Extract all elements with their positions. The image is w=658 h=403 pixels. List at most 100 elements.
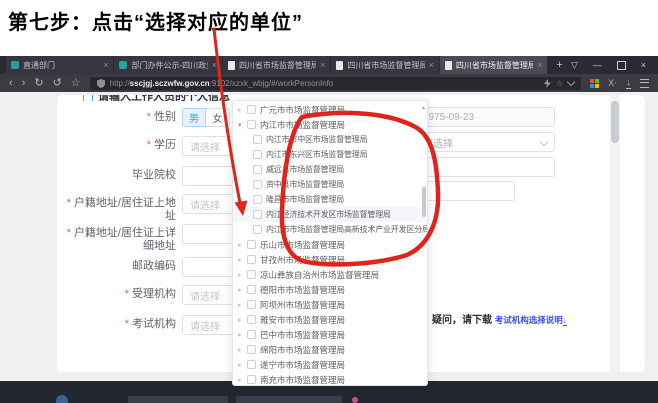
gender-female-button[interactable]: 女 — [206, 108, 230, 127]
scroll-up-icon[interactable]: ▴ — [422, 104, 425, 111]
tab-title: 直通部门 — [23, 60, 99, 71]
step-title: 第七步：点击“选择对应的单位” — [8, 6, 303, 35]
field-label: 户籍地址/居住证上详细地址 — [57, 227, 176, 253]
tree-item[interactable]: 凉山彝族自治州市场监督管理局 — [233, 267, 427, 282]
checkbox[interactable] — [247, 315, 256, 324]
page-scrollbar[interactable] — [610, 95, 620, 372]
caret-right-icon[interactable] — [238, 256, 247, 264]
checkbox[interactable] — [247, 255, 256, 264]
checkbox[interactable] — [253, 165, 262, 174]
url-bar[interactable]: http://sscjgj.sczwfw.gov.cn:9102/xzxk_wb… — [90, 77, 581, 90]
browser-tab-3[interactable]: 四川省市场监督管理局网上办… × — [223, 56, 330, 74]
checkbox[interactable] — [247, 270, 256, 279]
birth-date-field[interactable]: 1975-09-23 — [415, 107, 555, 127]
page-scrollbar-thumb[interactable] — [611, 101, 619, 143]
new-tab-button[interactable]: + — [548, 56, 570, 74]
tree-item-child[interactable]: 隆昌市市场监督管理局 — [233, 192, 427, 207]
tab-title: 四川省市场监督管理局网上办… — [239, 60, 316, 71]
browser-tab-1[interactable]: 直通部门 × — [6, 56, 113, 74]
checkbox[interactable] — [247, 105, 256, 114]
tab-close-icon[interactable]: × — [103, 60, 108, 70]
tree-item[interactable]: 遂宁市市场监督管理局 — [233, 357, 427, 372]
gender-male-button[interactable]: 男 — [182, 108, 206, 127]
checkbox[interactable] — [247, 240, 256, 249]
close-window-button[interactable]: × — [641, 60, 646, 70]
tree-item-child[interactable]: 内江市东兴区市场监督管理局 — [233, 147, 427, 162]
tree-item[interactable]: 雅安市市场监督管理局 — [233, 312, 427, 327]
apps-grid-icon[interactable] — [590, 79, 599, 88]
checkbox[interactable] — [247, 330, 256, 339]
checkbox[interactable] — [247, 300, 256, 309]
tree-item[interactable]: 甘孜州市场监督管理局 — [233, 252, 427, 267]
right-text-field[interactable] — [415, 157, 555, 177]
checkbox[interactable] — [247, 120, 256, 129]
taskbar-window-preview[interactable] — [236, 396, 342, 403]
tree-item-child[interactable]: 内江市市场监督管理局高新技术产业开发区分局 — [233, 222, 427, 237]
caret-right-icon[interactable] — [238, 241, 247, 249]
tab-close-icon[interactable]: × — [212, 60, 217, 70]
dropdown-scrollbar-thumb[interactable] — [422, 187, 426, 217]
reload-icon[interactable]: ↻ — [34, 74, 43, 92]
caret-right-icon[interactable] — [238, 106, 247, 114]
tree-item-expanded[interactable]: 内江市市场监督管理局 — [233, 117, 427, 132]
tree-item-child[interactable]: 威远县市场监督管理局 — [233, 162, 427, 177]
required-asterisk — [125, 288, 132, 300]
lightning-icon[interactable] — [544, 79, 551, 88]
tree-item-child[interactable]: 资中县市场监督管理局 — [233, 177, 427, 192]
checkbox[interactable] — [247, 285, 256, 294]
tree-item[interactable]: 乐山市市场监督管理局 — [233, 237, 427, 252]
tree-item[interactable]: 南充市市场监督管理局 — [233, 372, 427, 386]
bookmark-star-icon[interactable]: ☆ — [71, 74, 81, 92]
browser-tab-2[interactable]: 部门办件公示-四川政务服务… × — [114, 56, 221, 74]
browser-tab-4[interactable]: 四川省市场监督管理局网上办… × — [331, 56, 438, 74]
required-asterisk — [67, 227, 74, 239]
caret-right-icon[interactable] — [238, 271, 247, 279]
taskbar-window-preview[interactable] — [128, 396, 228, 403]
right-select-field[interactable]: 请选择 — [415, 132, 555, 152]
checkbox[interactable] — [247, 360, 256, 369]
tab-close-icon[interactable]: × — [537, 60, 542, 70]
snip-icon[interactable]: X‧ — [608, 78, 617, 89]
checkbox[interactable] — [247, 375, 256, 384]
caret-right-icon[interactable] — [238, 331, 247, 339]
caret-down-icon[interactable] — [238, 121, 247, 129]
minimize-button[interactable]: — — [593, 60, 602, 70]
back-icon[interactable]: ‹ — [9, 74, 13, 92]
chevron-down-icon[interactable] — [567, 77, 575, 85]
right-small-field[interactable] — [415, 181, 515, 201]
checkbox[interactable] — [253, 225, 262, 234]
tree-item-child-hovered[interactable]: 内江经济技术开发区市场监督管理局 — [233, 207, 427, 222]
funnel-icon[interactable]: ▽ — [571, 60, 578, 71]
url-star-icon[interactable]: ☆ — [556, 79, 563, 88]
history-icon[interactable]: ↺ — [53, 74, 62, 92]
tree-item-child[interactable]: 内江市市中区市场监督管理局 — [233, 132, 427, 147]
forward-icon[interactable]: › — [22, 74, 26, 92]
tree-item[interactable]: 绵阳市市场监督管理局 — [233, 342, 427, 357]
tab-close-icon[interactable]: × — [429, 60, 434, 70]
caret-right-icon[interactable] — [238, 301, 247, 309]
exam-agency-guide-link[interactable]: 考试机构选择说明 — [495, 315, 563, 325]
tree-item[interactable]: 广元市市场监督管理局 — [233, 102, 427, 117]
browser-tab-5-active[interactable]: 四川省市场监督管理局网上办… × — [440, 56, 547, 74]
tab-close-icon[interactable]: × — [320, 60, 325, 70]
menu-icon[interactable] — [640, 79, 649, 88]
window-controls: ▽ — × — [571, 56, 658, 74]
checkbox[interactable] — [253, 135, 262, 144]
caret-right-icon[interactable] — [238, 361, 247, 369]
maximize-restore-button[interactable] — [617, 61, 626, 70]
checkbox[interactable] — [247, 345, 256, 354]
caret-right-icon[interactable] — [238, 376, 247, 384]
tree-item[interactable]: 阿坝州市场监督管理局 — [233, 297, 427, 312]
checkbox[interactable] — [253, 150, 262, 159]
checkbox[interactable] — [253, 180, 262, 189]
taskbar-app-icon[interactable] — [56, 395, 68, 403]
tree-item[interactable]: 德阳市市场监督管理局 — [233, 282, 427, 297]
caret-right-icon[interactable] — [238, 316, 247, 324]
taskbar-app-icon[interactable] — [352, 397, 358, 403]
checkbox[interactable] — [253, 210, 262, 219]
tree-item[interactable]: 巴中市市场监督管理局 — [233, 327, 427, 342]
download-icon[interactable]: ↓ — [626, 78, 631, 89]
caret-right-icon[interactable] — [238, 346, 247, 354]
checkbox[interactable] — [253, 195, 262, 204]
caret-right-icon[interactable] — [238, 286, 247, 294]
